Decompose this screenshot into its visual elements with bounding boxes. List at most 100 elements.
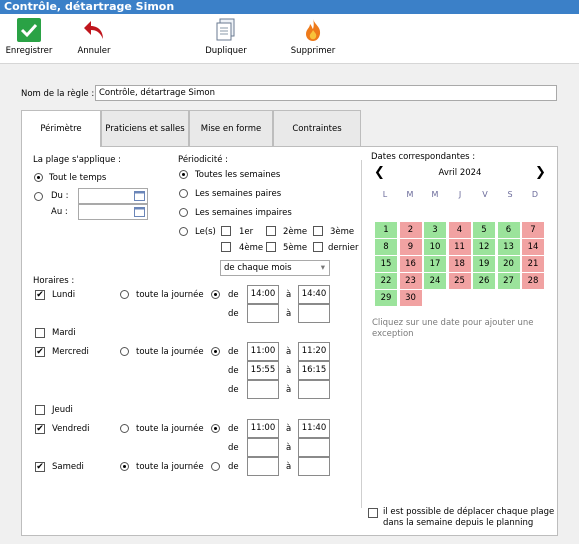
calendar-day[interactable]: 4 xyxy=(448,222,471,238)
first-week-checkbox[interactable] xyxy=(221,226,231,236)
weekday-header: V xyxy=(482,190,488,199)
start-time-input[interactable]: 15:55 xyxy=(247,361,279,380)
nth-week-radio[interactable] xyxy=(179,227,188,236)
calendar-day[interactable]: 12 xyxy=(473,239,495,255)
chevron-down-icon: ▾ xyxy=(320,263,325,273)
fifth-week-checkbox[interactable] xyxy=(266,242,276,252)
even-weeks-radio[interactable] xyxy=(179,189,188,198)
second-week-checkbox[interactable] xyxy=(266,226,276,236)
calendar-day[interactable]: 23 xyxy=(399,273,422,289)
nth-week-label: Le(s) xyxy=(195,227,216,237)
cancel-button[interactable]: Annuler xyxy=(70,18,118,56)
end-time-input[interactable]: 11:20 xyxy=(298,342,330,361)
third-week-checkbox[interactable] xyxy=(313,226,323,236)
day-checkbox[interactable]: ✔ xyxy=(35,424,45,434)
start-time-input[interactable] xyxy=(247,438,279,457)
day-checkbox[interactable]: ✔ xyxy=(35,290,45,300)
calendar-day[interactable]: 8 xyxy=(375,239,397,255)
end-time-input[interactable]: 16:15 xyxy=(298,361,330,380)
all-day-radio[interactable] xyxy=(120,462,129,471)
save-button[interactable]: Enregistrer xyxy=(4,18,54,56)
start-time-input[interactable] xyxy=(247,380,279,399)
to-label: à xyxy=(286,366,292,376)
tab-praticiens[interactable]: Praticiens et salles xyxy=(101,110,189,146)
rule-name-input[interactable]: Contrôle, détartrage Simon xyxy=(95,85,557,101)
month-select[interactable]: de chaque mois ▾ xyxy=(220,260,330,276)
tab-mise-en-forme[interactable]: Mise en forme xyxy=(189,110,273,146)
calendar-day[interactable]: 5 xyxy=(473,222,495,238)
calendar-day[interactable]: 15 xyxy=(375,256,397,272)
all-weeks-radio[interactable] xyxy=(179,170,188,179)
calendar-day[interactable]: 19 xyxy=(473,256,495,272)
start-time-input[interactable]: 11:00 xyxy=(247,342,279,361)
calendar-day[interactable]: 14 xyxy=(522,239,544,255)
end-time-input[interactable]: 14:40 xyxy=(298,285,330,304)
calendar-day[interactable]: 7 xyxy=(522,222,544,238)
time-range-radio[interactable] xyxy=(211,290,220,299)
calendar-day[interactable]: 10 xyxy=(424,239,446,255)
end-time-input[interactable] xyxy=(298,304,330,323)
calendar-day[interactable]: 24 xyxy=(424,273,446,289)
day-checkbox[interactable]: ✔ xyxy=(35,347,45,357)
calendar-day[interactable]: 13 xyxy=(497,239,520,255)
calendar-day[interactable]: 3 xyxy=(424,222,446,238)
move-range-checkbox[interactable] xyxy=(368,508,378,518)
calendar-day[interactable]: 28 xyxy=(522,273,544,289)
end-time-input[interactable] xyxy=(298,380,330,399)
start-time-input[interactable] xyxy=(247,304,279,323)
start-time-input[interactable]: 14:00 xyxy=(247,285,279,304)
range-title: La plage s'applique : xyxy=(33,155,122,165)
day-checkbox[interactable] xyxy=(35,328,45,338)
calendar-day[interactable]: 1 xyxy=(375,222,397,238)
start-time-input[interactable] xyxy=(247,457,279,476)
tab-perimetre[interactable]: Périmètre xyxy=(21,110,101,147)
all-day-radio[interactable] xyxy=(120,290,129,299)
calendar-day[interactable]: 27 xyxy=(497,273,520,289)
delete-button[interactable]: Supprimer xyxy=(285,18,341,56)
calendar-day[interactable]: 20 xyxy=(497,256,520,272)
calendar-title: Dates correspondantes : xyxy=(371,152,476,162)
fourth-week-checkbox[interactable] xyxy=(221,242,231,252)
calendar-day[interactable]: 26 xyxy=(473,273,495,289)
tab-contraintes[interactable]: Contraintes xyxy=(273,110,361,146)
calendar-day[interactable]: 21 xyxy=(522,256,544,272)
from-label: de xyxy=(228,424,239,434)
end-time-input[interactable]: 11:40 xyxy=(298,419,330,438)
odd-weeks-label: Les semaines impaires xyxy=(195,208,292,218)
all-day-radio[interactable] xyxy=(120,347,129,356)
calendar-picker-icon[interactable] xyxy=(134,190,145,204)
time-range-radio[interactable] xyxy=(211,462,220,471)
weekday-header: D xyxy=(531,190,539,199)
calendar-day[interactable]: 6 xyxy=(497,222,520,238)
calendar-day[interactable]: 16 xyxy=(399,256,422,272)
duplicate-button[interactable]: Dupliquer xyxy=(198,18,254,56)
calendar-day[interactable]: 30 xyxy=(399,290,422,306)
time-range-radio[interactable] xyxy=(211,424,220,433)
calendar-day[interactable]: 22 xyxy=(375,273,397,289)
start-time-input[interactable]: 11:00 xyxy=(247,419,279,438)
all-time-radio[interactable] xyxy=(34,173,43,182)
end-time-input[interactable] xyxy=(298,438,330,457)
odd-weeks-radio[interactable] xyxy=(179,208,188,217)
calendar-day[interactable]: 2 xyxy=(399,222,422,238)
end-time-input[interactable] xyxy=(298,457,330,476)
day-checkbox[interactable] xyxy=(35,405,45,415)
next-month-icon[interactable]: ❯ xyxy=(535,165,546,181)
date-range-radio[interactable] xyxy=(34,192,43,201)
calendar-day[interactable]: 29 xyxy=(375,290,397,306)
calendar-day[interactable]: 18 xyxy=(448,256,471,272)
time-range-radio[interactable] xyxy=(211,347,220,356)
calendar-picker-icon[interactable] xyxy=(134,206,145,220)
calendar-day[interactable]: 25 xyxy=(448,273,471,289)
calendar-day[interactable]: 11 xyxy=(448,239,471,255)
day-checkbox[interactable]: ✔ xyxy=(35,462,45,472)
calendar-day[interactable]: 17 xyxy=(424,256,446,272)
all-day-radio[interactable] xyxy=(120,424,129,433)
divider xyxy=(361,160,362,508)
last-week-checkbox[interactable] xyxy=(313,242,323,252)
day-label: Samedi xyxy=(52,462,84,472)
all-time-label: Tout le temps xyxy=(49,173,107,183)
calendar-day[interactable]: 9 xyxy=(399,239,422,255)
rule-name-label: Nom de la règle : xyxy=(21,89,95,99)
from-label: de xyxy=(228,309,239,319)
